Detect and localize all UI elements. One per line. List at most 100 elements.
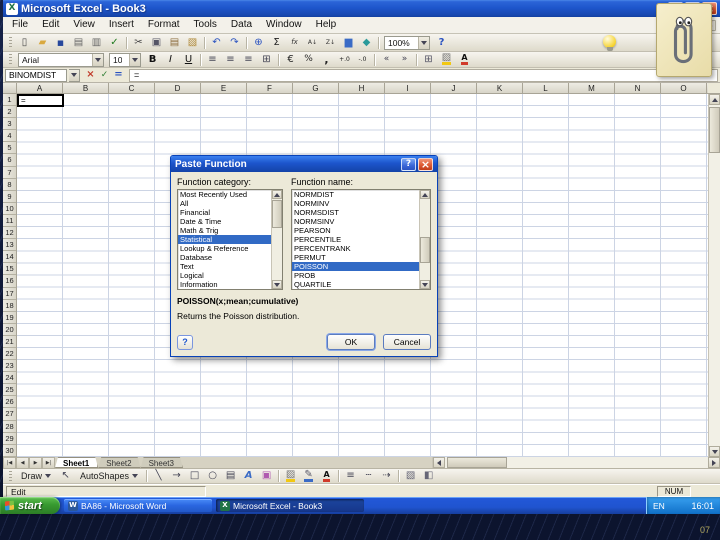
menu-item[interactable]: Edit — [35, 17, 66, 33]
row-header[interactable]: 29 — [3, 433, 16, 445]
language-indicator[interactable]: EN — [653, 501, 665, 511]
column-header[interactable]: C — [109, 83, 155, 93]
comma-style-icon[interactable]: , — [318, 53, 335, 67]
active-cell[interactable]: = — [17, 94, 64, 107]
font-size-select[interactable]: 10 — [109, 52, 141, 67]
column-header[interactable]: A — [17, 83, 63, 93]
h-scroll-track[interactable] — [445, 457, 708, 468]
align-left-icon[interactable]: ≡ — [204, 53, 221, 67]
start-button[interactable]: start — [0, 497, 60, 514]
font-size-dropdown-icon[interactable] — [129, 53, 140, 66]
scroll-up-button[interactable] — [272, 190, 282, 199]
function-item[interactable]: NORMSDIST — [292, 208, 419, 217]
cancel-button[interactable]: Cancel — [383, 334, 431, 350]
function-item[interactable]: NORMDIST — [292, 190, 419, 199]
menu-item[interactable]: Insert — [102, 17, 141, 33]
column-header[interactable]: I — [385, 83, 431, 93]
menu-item[interactable]: Help — [309, 17, 344, 33]
row-header[interactable]: 25 — [3, 384, 16, 397]
scroll-track[interactable] — [272, 199, 282, 280]
function-item[interactable]: PERCENTILE — [292, 235, 419, 244]
arrow-style-icon[interactable]: ⇢ — [378, 469, 395, 483]
row-header[interactable]: 14 — [3, 251, 16, 264]
column-header[interactable]: E — [201, 83, 247, 93]
toolbar-grip[interactable] — [9, 54, 12, 65]
row-header[interactable]: 30 — [3, 445, 16, 457]
font-color-icon[interactable]: A — [456, 53, 473, 67]
category-item[interactable]: Database — [178, 253, 271, 262]
rectangle-icon[interactable]: □ — [186, 469, 203, 483]
shadow-icon[interactable]: ▧ — [402, 469, 419, 483]
spelling-icon[interactable]: ✓ — [106, 36, 123, 50]
category-item[interactable]: All — [178, 199, 271, 208]
row-header[interactable]: 20 — [3, 324, 16, 336]
row-header[interactable]: 11 — [3, 215, 16, 228]
autosum-icon[interactable]: Σ — [268, 36, 285, 50]
row-header[interactable]: 12 — [3, 227, 16, 240]
row-header[interactable]: 4 — [3, 130, 16, 143]
row-header[interactable]: 6 — [3, 154, 16, 167]
row-header[interactable]: 3 — [3, 118, 16, 131]
scroll-right-button[interactable] — [708, 457, 720, 468]
scroll-down-button[interactable] — [709, 446, 720, 457]
copy-icon[interactable]: ▣ — [148, 36, 165, 50]
decrease-indent-icon[interactable]: « — [378, 53, 395, 67]
drawing-icon[interactable]: ◆ — [358, 36, 375, 50]
name-box-dropdown-icon[interactable] — [69, 68, 80, 82]
function-item[interactable]: POISSON — [292, 262, 419, 271]
row-header[interactable]: 9 — [3, 191, 16, 203]
dialog-help-icon[interactable]: ? — [401, 157, 416, 171]
scroll-track[interactable] — [420, 199, 430, 280]
zoom-select[interactable]: 100% — [384, 35, 430, 50]
edit-formula-icon[interactable]: = — [112, 69, 125, 81]
dash-style-icon[interactable]: ┄ — [360, 469, 377, 483]
save-icon[interactable]: ▪ — [52, 36, 69, 50]
column-header[interactable]: N — [615, 83, 661, 93]
h-scroll-thumb[interactable] — [447, 457, 507, 468]
row-header[interactable]: 27 — [3, 408, 16, 421]
function-listbox[interactable]: NORMDIST NORMINV NORMSDIST NORMSINV PEARSON P… — [291, 189, 431, 290]
paste-function-icon[interactable]: fx — [286, 36, 303, 50]
category-item[interactable]: Lookup & Reference — [178, 244, 271, 253]
line-style-icon[interactable]: ≡ — [342, 469, 359, 483]
column-header[interactable]: M — [569, 83, 615, 93]
print-icon[interactable]: ▤ — [70, 36, 87, 50]
undo-icon[interactable]: ↶ — [208, 36, 225, 50]
office-assistant-clippy[interactable] — [656, 3, 712, 77]
font-dropdown-icon[interactable] — [92, 53, 103, 66]
toolbar-grip[interactable] — [9, 470, 12, 482]
toolbar-grip[interactable] — [9, 37, 12, 48]
category-listbox[interactable]: Most Recently Used All Financial Date & Tim… — [177, 189, 283, 290]
row-header[interactable]: 8 — [3, 179, 16, 191]
menu-item[interactable]: Tools — [187, 17, 224, 33]
fill-color-icon[interactable]: ▨ — [438, 53, 455, 67]
scroll-thumb[interactable] — [272, 200, 282, 228]
taskbar-task-excel[interactable]: X Microsoft Excel - Book3 — [216, 499, 364, 512]
function-item[interactable]: QUARTILE — [292, 280, 419, 289]
scroll-up-button[interactable] — [709, 94, 720, 105]
column-header[interactable]: L — [523, 83, 569, 93]
formula-input[interactable]: = — [129, 68, 718, 82]
name-box[interactable]: BINOMDIST — [5, 68, 67, 82]
title-bar[interactable]: X Microsoft Excel - Book3 ▁□× — [3, 0, 720, 17]
underline-icon[interactable]: U — [180, 53, 197, 67]
row-header[interactable]: 15 — [3, 263, 16, 276]
help-icon[interactable]: ? — [433, 36, 450, 50]
row-header[interactable]: 17 — [3, 288, 16, 300]
insert-hyperlink-icon[interactable]: ⊕ — [250, 36, 267, 50]
sort-ascending-icon[interactable]: A↓ — [304, 36, 321, 50]
redo-icon[interactable]: ↷ — [226, 36, 243, 50]
select-object-icon[interactable]: ↖ — [57, 469, 74, 483]
italic-icon[interactable]: I — [162, 53, 179, 67]
function-item[interactable]: PERCENTRANK — [292, 244, 419, 253]
row-header[interactable]: 26 — [3, 396, 16, 409]
category-item[interactable]: Math & Trig — [178, 226, 271, 235]
increase-indent-icon[interactable]: » — [396, 53, 413, 67]
column-header[interactable]: K — [477, 83, 523, 93]
function-item[interactable]: PERMUT — [292, 253, 419, 262]
function-item[interactable]: PROB — [292, 271, 419, 280]
fill-color-draw-icon[interactable]: ▨ — [282, 469, 299, 483]
office-assistant-help-button[interactable]: ? — [177, 334, 193, 350]
taskbar-task-word[interactable]: W BA86 - Microsoft Word — [64, 499, 212, 512]
font-name-select[interactable]: Arial — [18, 52, 104, 67]
